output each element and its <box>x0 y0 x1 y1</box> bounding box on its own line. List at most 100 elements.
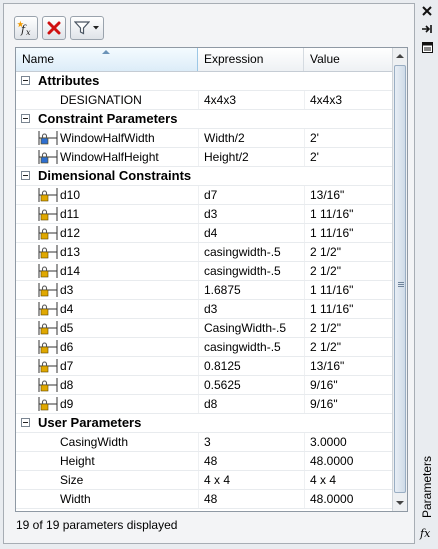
parameter-row[interactable]: d13 casingwidth-.5 2 1/2" <box>16 243 392 262</box>
parameter-value[interactable]: 1 11/16" <box>310 300 390 318</box>
parameter-value[interactable]: 2 1/2" <box>310 319 390 337</box>
parameter-value[interactable]: 2' <box>310 129 390 147</box>
grid-header: Name Expression Value <box>16 48 392 72</box>
parameter-name[interactable]: d3 <box>60 281 73 299</box>
parameter-value[interactable]: 2' <box>310 148 390 166</box>
parameter-row[interactable]: d10 d7 13/16" <box>16 186 392 205</box>
parameter-expression[interactable]: CasingWidth-.5 <box>204 319 304 337</box>
parameter-name[interactable]: d14 <box>60 262 80 280</box>
parameter-name[interactable]: d6 <box>60 338 73 356</box>
filter-dropdown-button[interactable] <box>70 16 104 40</box>
scroll-up-arrow-icon[interactable] <box>396 54 404 58</box>
parameter-name[interactable]: CasingWidth <box>60 433 128 451</box>
new-parameter-button[interactable]: f x <box>14 16 38 40</box>
parameter-expression[interactable]: casingwidth-.5 <box>204 262 304 280</box>
parameter-value[interactable]: 4x4x3 <box>310 91 390 109</box>
parameter-value[interactable]: 13/16" <box>310 357 390 375</box>
collapse-toggle-icon[interactable] <box>21 114 30 123</box>
delete-parameter-button[interactable] <box>42 16 66 40</box>
parameter-expression[interactable]: 48 <box>204 490 304 508</box>
parameter-expression[interactable]: 3 <box>204 433 304 451</box>
category-row[interactable]: Dimensional Constraints <box>16 167 392 186</box>
parameter-expression[interactable]: casingwidth-.5 <box>204 338 304 356</box>
parameter-row[interactable]: DESIGNATION 4x4x3 4x4x3 <box>16 91 392 110</box>
close-button[interactable] <box>419 4 435 18</box>
palette-title: Parameters Manager <box>420 455 434 518</box>
parameter-value[interactable]: 13/16" <box>310 186 390 204</box>
sort-ascending-icon <box>102 50 110 54</box>
parameter-expression[interactable]: d3 <box>204 205 304 223</box>
parameter-name[interactable]: d11 <box>60 205 79 223</box>
parameter-value[interactable]: 1 11/16" <box>310 281 390 299</box>
parameter-row[interactable]: CasingWidth 3 3.0000 <box>16 433 392 452</box>
parameter-row[interactable]: d14 casingwidth-.5 2 1/2" <box>16 262 392 281</box>
parameter-value[interactable]: 9/16" <box>310 395 390 413</box>
category-row[interactable]: Constraint Parameters <box>16 110 392 129</box>
properties-button[interactable] <box>419 40 435 54</box>
parameter-expression[interactable]: Height/2 <box>204 148 304 166</box>
parameter-expression[interactable]: d7 <box>204 186 304 204</box>
parameter-value[interactable]: 1 11/16" <box>310 205 390 223</box>
parameter-row[interactable]: d3 1.6875 1 11/16" <box>16 281 392 300</box>
parameter-name[interactable]: Size <box>60 471 83 489</box>
column-header-expression[interactable]: Expression <box>198 48 304 71</box>
parameter-expression[interactable]: 0.8125 <box>204 357 304 375</box>
collapse-toggle-icon[interactable] <box>21 76 30 85</box>
category-row[interactable]: Attributes <box>16 72 392 91</box>
parameter-row[interactable]: d11 d3 1 11/16" <box>16 205 392 224</box>
parameter-expression[interactable]: d4 <box>204 224 304 242</box>
parameter-expression[interactable]: d3 <box>204 300 304 318</box>
parameter-name[interactable]: d4 <box>60 300 73 318</box>
parameter-row[interactable]: d9 d8 9/16" <box>16 395 392 414</box>
parameter-value[interactable]: 1 11/16" <box>310 224 390 242</box>
parameter-row[interactable]: d5 CasingWidth-.5 2 1/2" <box>16 319 392 338</box>
scroll-down-arrow-icon[interactable] <box>396 501 404 505</box>
parameter-row[interactable]: WindowHalfHeight Height/2 2' <box>16 148 392 167</box>
parameter-row[interactable]: WindowHalfWidth Width/2 2' <box>16 129 392 148</box>
parameter-expression[interactable]: 4 x 4 <box>204 471 304 489</box>
parameter-row[interactable]: d6 casingwidth-.5 2 1/2" <box>16 338 392 357</box>
parameter-name[interactable]: d10 <box>60 186 80 204</box>
parameter-name[interactable]: Width <box>60 490 91 508</box>
parameter-name[interactable]: d7 <box>60 357 73 375</box>
parameter-name[interactable]: d9 <box>60 395 73 413</box>
parameter-name[interactable]: d12 <box>60 224 80 242</box>
parameter-name[interactable]: WindowHalfWidth <box>60 129 155 147</box>
parameter-name[interactable]: Height <box>60 452 95 470</box>
parameter-value[interactable]: 2 1/2" <box>310 243 390 261</box>
parameter-value[interactable]: 48.0000 <box>310 452 390 470</box>
category-row[interactable]: User Parameters <box>16 414 392 433</box>
parameter-row[interactable]: d7 0.8125 13/16" <box>16 357 392 376</box>
parameter-expression[interactable]: Width/2 <box>204 129 304 147</box>
parameter-row[interactable]: Width 48 48.0000 <box>16 490 392 509</box>
parameter-row[interactable]: d8 0.5625 9/16" <box>16 376 392 395</box>
parameter-name[interactable]: WindowHalfHeight <box>60 148 159 166</box>
column-header-name[interactable]: Name <box>16 48 198 71</box>
parameter-name[interactable]: DESIGNATION <box>60 91 142 109</box>
parameter-row[interactable]: Height 48 48.0000 <box>16 452 392 471</box>
vertical-scrollbar[interactable] <box>392 48 407 511</box>
collapse-toggle-icon[interactable] <box>21 418 30 427</box>
autohide-button[interactable] <box>419 22 435 36</box>
column-header-value[interactable]: Value <box>304 48 392 71</box>
collapse-toggle-icon[interactable] <box>21 171 30 180</box>
parameter-value[interactable]: 9/16" <box>310 376 390 394</box>
parameter-value[interactable]: 48.0000 <box>310 490 390 508</box>
parameter-expression[interactable]: 48 <box>204 452 304 470</box>
parameter-row[interactable]: d12 d4 1 11/16" <box>16 224 392 243</box>
parameter-expression[interactable]: casingwidth-.5 <box>204 243 304 261</box>
parameter-expression[interactable]: 1.6875 <box>204 281 304 299</box>
parameter-row[interactable]: d4 d3 1 11/16" <box>16 300 392 319</box>
parameter-name[interactable]: d5 <box>60 319 73 337</box>
parameter-expression[interactable]: d8 <box>204 395 304 413</box>
parameter-expression[interactable]: 4x4x3 <box>204 91 304 109</box>
parameter-value[interactable]: 2 1/2" <box>310 338 390 356</box>
parameter-expression[interactable]: 0.5625 <box>204 376 304 394</box>
parameter-name[interactable]: d13 <box>60 243 80 261</box>
parameter-value[interactable]: 4 x 4 <box>310 471 390 489</box>
scrollbar-thumb[interactable] <box>394 65 406 493</box>
parameter-name[interactable]: d8 <box>60 376 73 394</box>
parameter-value[interactable]: 2 1/2" <box>310 262 390 280</box>
parameter-value[interactable]: 3.0000 <box>310 433 390 451</box>
parameter-row[interactable]: Size 4 x 4 4 x 4 <box>16 471 392 490</box>
